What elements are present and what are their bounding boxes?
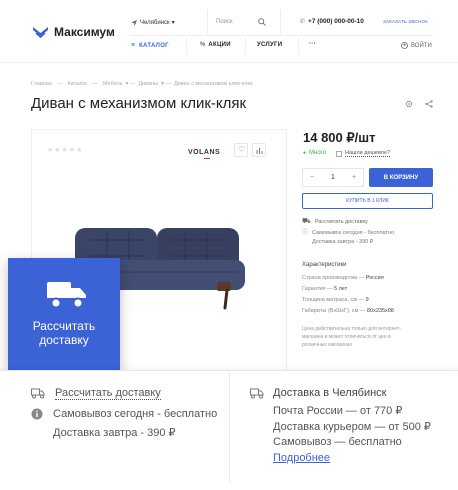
settings-icon[interactable] [405,100,413,108]
panel-delivery-city-title: Доставка в Челябинск [273,387,387,399]
wishlist-button[interactable]: ♡ [234,143,248,157]
add-to-cart-label: В КОРЗИНУ [383,174,419,181]
nav-services[interactable]: УСЛУГИ [257,42,282,48]
delivery-option: Почта России — от 770 ₽ [273,405,403,417]
truck-icon [31,388,45,399]
login-link[interactable]: ВОЙТИ [401,42,432,49]
phone-block[interactable]: ✆ +7 (000) 000-00-10 [300,18,364,25]
calc-delivery-label: Рассчитать доставку [314,218,368,225]
page-title: Диван с механизмом клик-кляк [31,95,247,112]
percent-icon: % [200,42,206,48]
info-icon: ⓘ [302,230,309,236]
nav-more[interactable]: ··· [309,41,316,47]
breadcrumb-item[interactable]: Мебель [103,81,123,87]
panel-pickup: Самовывоз сегодня - бесплатно [31,408,217,420]
menu-icon: ≡ [131,42,136,49]
panel-delivery-tomorrow: Доставка завтра - 390 ₽ [53,427,176,439]
truck-icon: ⛟ [302,218,311,225]
heart-icon: ♡ [238,145,246,154]
share-icon[interactable] [425,100,433,108]
search-input[interactable]: Поиск [216,19,233,25]
rating-stars[interactable]: ★★★★★ [47,146,83,154]
user-icon [401,42,408,49]
compare-button[interactable] [252,143,266,157]
specs-list: Страна производства — Россия Гарантия — … [302,275,394,314]
city-name: Челябинск [140,19,170,26]
logo[interactable]: Максимум [32,25,115,39]
panel-delivery-city: Доставка в Челябинск [250,387,387,399]
specs-title: Характеристики [302,262,347,268]
chevron-down-icon: ▾ [171,20,175,26]
breadcrumb-item[interactable]: Диваны [138,81,158,87]
one-click-label: КУПИТЬ В 1 КЛИК [346,198,389,204]
calc-delivery-link[interactable]: ⛟ Рассчитать доставку [302,217,368,226]
stock-status: ● Много [303,150,326,156]
search-icon[interactable] [258,18,266,26]
breadcrumb: Главная — Каталог — Мебель ▾ — Диваны ▾ — Ди… [31,81,253,87]
delivery-option: Доставка курьером — от 500 ₽ [273,420,431,433]
nav-catalog-label: КАТАЛОГ [139,42,169,49]
city-selector[interactable]: Челябинск ▾ [131,19,175,26]
nav-promo-label: АКЦИИ [208,42,231,48]
qty-plus-button[interactable]: + [345,174,363,181]
truck-icon [250,388,264,398]
logo-icon [33,27,48,39]
add-to-cart-button[interactable]: В КОРЗИНУ [369,168,433,187]
cheaper-label: Нашли дешевле? [345,150,391,157]
stock-label: Много [309,150,327,156]
phone-icon: ✆ [300,19,306,25]
calc-delivery-overlay[interactable]: Рассчитать доставку [8,258,120,370]
price-note: Цена действительна только для интернет- … [302,326,401,348]
nav-promo[interactable]: % АКЦИИ [200,42,231,48]
breadcrumb-item[interactable]: Главная [31,81,52,87]
logo-text: Максимум [54,25,115,39]
phone-number: +7 (000) 000-00-10 [308,18,364,25]
truck-icon [45,282,87,309]
login-label: ВОЙТИ [411,42,432,49]
breadcrumb-item[interactable]: Каталог [67,81,87,87]
cheaper-link[interactable]: Нашли дешевле? [336,150,391,157]
more-link[interactable]: Подробнее [273,451,431,467]
stock-dot-icon: ● [303,150,307,156]
nav-catalog[interactable]: ≡ КАТАЛОГ [131,42,169,49]
callback-link[interactable]: ЗАКАЗАТЬ ЗВОНОК [383,19,428,24]
brand-logo[interactable]: VOLANS [188,149,220,156]
breadcrumb-current: Диван с механизмом клик-кляк [173,81,253,87]
one-click-button[interactable]: КУПИТЬ В 1 КЛИК [302,193,433,209]
location-arrow-icon [131,19,137,26]
pickup-info: ⓘ Самовывоз сегодня - бесплатно Доставка … [302,230,395,245]
quantity-stepper[interactable]: − 1 + [302,168,364,187]
product-price: 14 800 ₽/шт [303,130,376,145]
panel-delivery-options: Почта России — от 770 ₽ Доставка курьеро… [273,404,431,466]
tag-icon [336,150,342,157]
info-icon [31,408,43,420]
panel-calc-delivery[interactable]: Рассчитать доставку [31,387,161,400]
qty-minus-button[interactable]: − [303,174,321,181]
compare-icon [256,148,263,154]
delivery-option: Самовывоз — бесплатно [273,436,402,448]
panel-pickup-today: Самовывоз сегодня - бесплатно [53,408,218,420]
overlay-label: Рассчитать доставку [32,319,96,347]
qty-value[interactable]: 1 [321,174,345,181]
panel-calc-delivery-label: Рассчитать доставку [55,387,161,400]
